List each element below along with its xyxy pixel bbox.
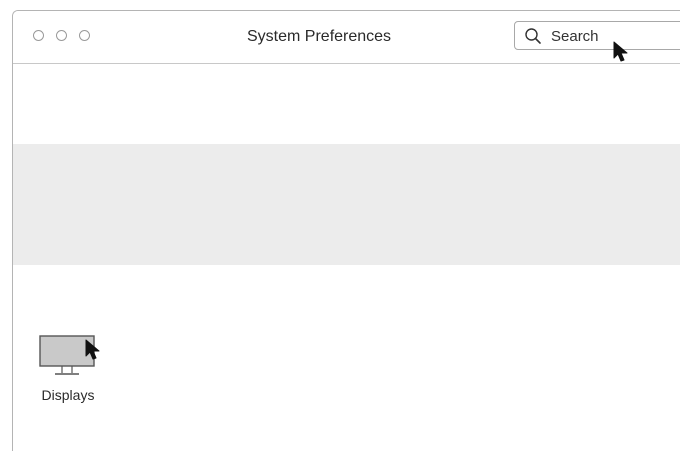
mouse-cursor-icon (613, 41, 628, 62)
zoom-window-button[interactable] (79, 30, 90, 41)
title-bar: System Preferences (13, 11, 680, 64)
system-preferences-window: System Preferences Displays (12, 10, 680, 451)
displays-label: Displays (41, 387, 95, 403)
mouse-cursor-icon (85, 339, 100, 360)
close-window-button[interactable] (33, 30, 44, 41)
search-icon (525, 28, 541, 44)
preference-category-band (13, 144, 680, 265)
minimize-window-button[interactable] (56, 30, 67, 41)
displays-preference-pane[interactable]: Displays (33, 331, 103, 407)
window-title: System Preferences (247, 28, 392, 45)
search-field[interactable] (514, 21, 680, 50)
search-input[interactable] (545, 26, 677, 46)
